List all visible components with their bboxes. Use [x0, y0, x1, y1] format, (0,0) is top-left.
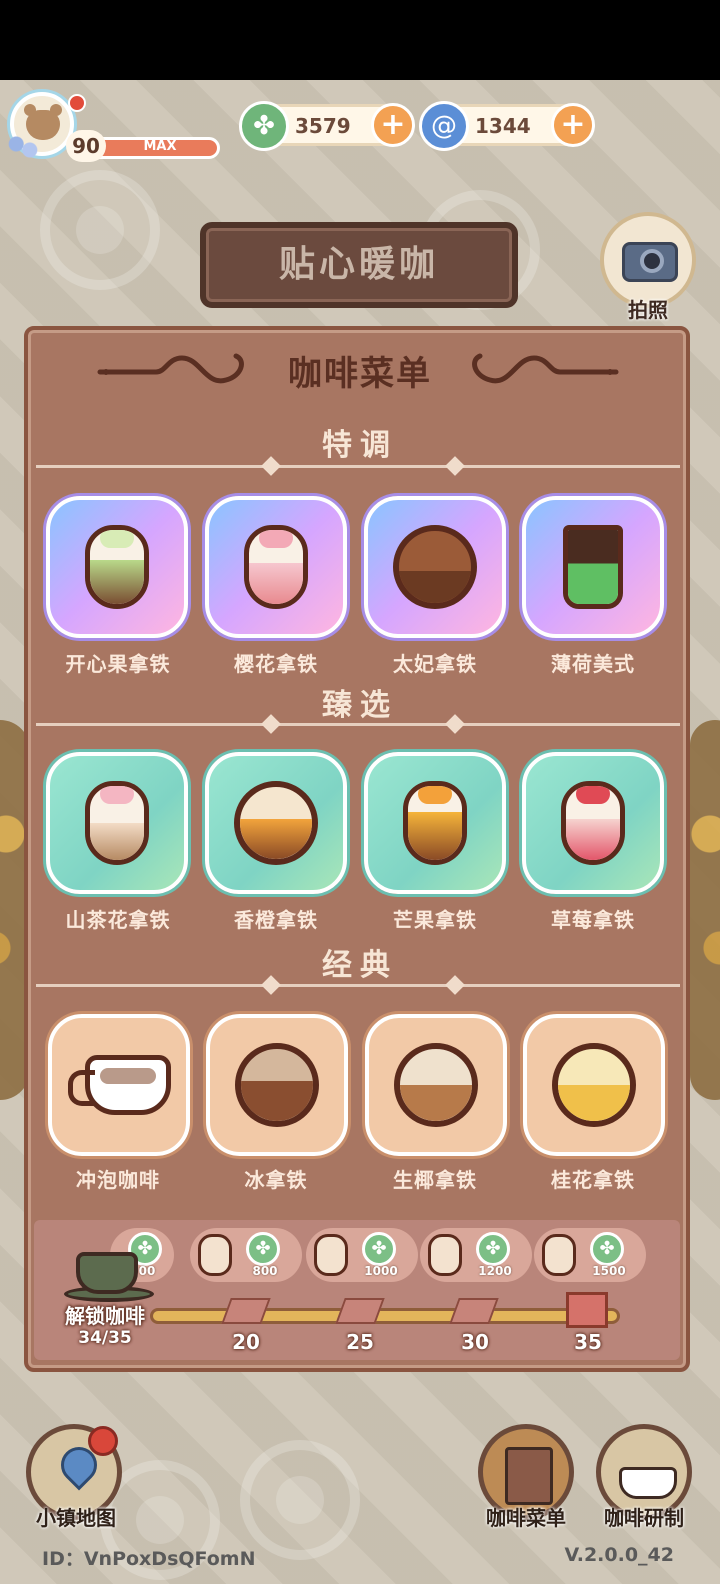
- reward-slot[interactable]: ✤ 1000: [306, 1228, 418, 1282]
- menu-item-card[interactable]: [522, 752, 664, 894]
- leaf-icon: ✤: [239, 101, 289, 151]
- camellia-latte-icon: [85, 781, 149, 865]
- coffee-cup-icon: [428, 1234, 462, 1276]
- reward-amount: 1000: [364, 1264, 398, 1278]
- menu-item-card[interactable]: [46, 752, 188, 894]
- milestone-label: 20: [232, 1330, 260, 1354]
- menu-item-card[interactable]: [206, 1014, 348, 1156]
- menu-item-label: 芒果拿铁: [393, 908, 477, 932]
- camera-label: 拍照: [628, 298, 668, 322]
- cafe-name-sign: 贴心暖咖: [200, 222, 518, 308]
- menu-item-card[interactable]: [365, 1014, 507, 1156]
- section-title-classic: 经典: [322, 948, 398, 983]
- swirl-icon: @: [419, 101, 469, 151]
- leaf-currency-value: 3579: [295, 114, 351, 138]
- strawberry-latte-icon: [561, 781, 625, 865]
- menu-item-card[interactable]: [205, 752, 347, 894]
- menu-item-card[interactable]: [205, 496, 347, 638]
- mango-latte-icon: [403, 781, 467, 865]
- iced-latte-icon: [235, 1043, 319, 1127]
- sun-decoration: [40, 170, 160, 290]
- milestone-label: 35: [574, 1330, 602, 1354]
- orange-latte-icon: [234, 781, 318, 865]
- coffee-cup-icon: [64, 1232, 156, 1306]
- coffee-cup-icon: [198, 1234, 232, 1276]
- unlock-coffee-label: 解锁咖啡: [65, 1304, 145, 1328]
- flower-decoration-icon: [6, 132, 40, 162]
- coffee-cup-icon: [619, 1467, 677, 1499]
- menu-item-card[interactable]: [364, 752, 506, 894]
- menu-item-label: 冰拿铁: [244, 1168, 308, 1192]
- section-divider: [36, 456, 680, 476]
- leaf-icon: ✤: [590, 1232, 624, 1266]
- coconut-latte-icon: [394, 1043, 478, 1127]
- version-label: V.2.0.0_42: [564, 1544, 674, 1566]
- reward-slot[interactable]: ✤ 800: [190, 1228, 302, 1282]
- reward-amount: 1500: [592, 1264, 626, 1278]
- menu-item-label: 冲泡咖啡: [76, 1168, 160, 1192]
- sun-decoration: [240, 1440, 360, 1560]
- coffee-menu-label: 咖啡菜单: [486, 1506, 566, 1530]
- map-notification-dot: [88, 1426, 118, 1456]
- menu-item-label: 太妃拿铁: [393, 652, 477, 676]
- reward-amount: 800: [252, 1264, 278, 1278]
- milestone-label: 30: [461, 1330, 489, 1354]
- add-swirl-button[interactable]: +: [551, 103, 595, 147]
- coffee-brew-label: 咖啡研制: [604, 1506, 684, 1530]
- section-title-special: 特调: [322, 428, 398, 463]
- coffee-cup-icon: [542, 1234, 576, 1276]
- menu-item-label: 桂花拿铁: [551, 1168, 635, 1192]
- player-id: ID：VnPoxDsQFomN: [42, 1548, 256, 1570]
- reward-amount: 1200: [478, 1264, 512, 1278]
- section-title-select: 臻选: [322, 688, 398, 723]
- brewed-coffee-icon: [68, 1055, 171, 1115]
- menu-item-card[interactable]: [48, 1014, 190, 1156]
- level-max-label: MAX: [143, 139, 177, 154]
- osmanthus-latte-icon: [552, 1043, 636, 1127]
- mint-americano-icon: [563, 525, 623, 609]
- camera-lens-icon: [640, 249, 664, 273]
- pistachio-latte-icon: [85, 525, 149, 609]
- level-number: 90: [66, 130, 106, 162]
- unlock-count: 34/35: [78, 1328, 132, 1348]
- status-bar: [0, 0, 720, 80]
- menu-item-card[interactable]: [523, 1014, 665, 1156]
- leaf-icon: ✤: [476, 1232, 510, 1266]
- coffee-cup-icon: [314, 1234, 348, 1276]
- swirl-currency-value: 1344: [475, 114, 531, 138]
- swirl-currency: @ 1344 +: [419, 101, 595, 151]
- leaf-icon: ✤: [362, 1232, 396, 1266]
- menu-item-label: 山茶花拿铁: [65, 908, 171, 932]
- cafe-name: 贴心暖咖: [278, 244, 439, 285]
- sakura-latte-icon: [244, 525, 308, 609]
- menu-item-label: 薄荷美式: [551, 652, 635, 676]
- menu-item-label: 草莓拿铁: [551, 908, 635, 932]
- menu-item-card[interactable]: [46, 496, 188, 638]
- tree-right-decoration: [690, 720, 720, 1100]
- reward-slot[interactable]: ✤ 1200: [420, 1228, 532, 1282]
- book-icon: [505, 1447, 553, 1505]
- add-leaf-button[interactable]: +: [371, 103, 415, 147]
- menu-item-card[interactable]: [522, 496, 664, 638]
- gift-icon[interactable]: [566, 1292, 608, 1328]
- menu-item-card[interactable]: [364, 496, 506, 638]
- unlock-progress-track: [150, 1308, 620, 1324]
- menu-item-label: 开心果拿铁: [65, 652, 171, 676]
- section-divider: [36, 975, 680, 995]
- leaf-currency: ✤ 3579 +: [239, 101, 415, 151]
- menu-item-label: 生椰拿铁: [393, 1168, 477, 1192]
- toffee-latte-icon: [393, 525, 477, 609]
- menu-title: 咖啡菜单: [288, 354, 432, 394]
- avatar-notification-dot: [68, 94, 86, 112]
- section-divider: [36, 714, 680, 734]
- leaf-icon: ✤: [246, 1232, 280, 1266]
- reward-slot[interactable]: ✤ 1500: [534, 1228, 646, 1282]
- town-map-label: 小镇地图: [36, 1506, 116, 1530]
- menu-item-label: 香橙拿铁: [234, 908, 318, 932]
- menu-item-label: 樱花拿铁: [234, 652, 318, 676]
- milestone-label: 25: [346, 1330, 374, 1354]
